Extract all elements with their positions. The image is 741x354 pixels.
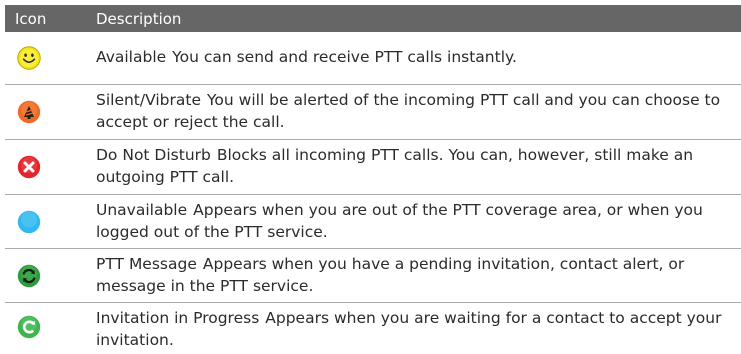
- row-term: Available: [96, 48, 167, 66]
- row-description: Unavailable Appears when you are out of t…: [96, 199, 733, 243]
- row-description: Available You can send and receive PTT ca…: [96, 46, 733, 68]
- smiley-icon: [17, 46, 41, 70]
- row-term: Invitation in Progress: [96, 309, 260, 327]
- row-term: PTT Message: [96, 255, 197, 273]
- row-description: Do Not Disturb Blocks all incoming PTT ca…: [96, 144, 733, 188]
- row-term: Unavailable: [96, 201, 188, 219]
- table-row: PTT Message Appears when you have a pendi…: [5, 249, 741, 303]
- table-row: Do Not Disturb Blocks all incoming PTT ca…: [5, 140, 741, 195]
- table-header: Icon Description: [5, 5, 741, 32]
- row-description: Silent/Vibrate You will be alerted of the…: [96, 89, 733, 133]
- row-text: Appears when you are out of the PTT cove…: [96, 201, 703, 241]
- table-row: Silent/Vibrate You will be alerted of the…: [5, 85, 741, 140]
- table-row: Invitation in Progress Appears when you a…: [5, 303, 741, 354]
- unavailable-icon: [17, 210, 41, 234]
- status-icon-table: Icon Description Available You can send a…: [5, 5, 741, 354]
- table-row: Available You can send and receive PTT ca…: [5, 32, 741, 85]
- ptt-message-icon: [17, 264, 41, 288]
- row-term: Silent/Vibrate: [96, 91, 202, 109]
- row-description: PTT Message Appears when you have a pendi…: [96, 253, 733, 297]
- row-description: Invitation in Progress Appears when you a…: [96, 307, 733, 351]
- header-icon-label: Icon: [15, 10, 47, 28]
- row-text: You can send and receive PTT calls insta…: [172, 48, 517, 66]
- row-term: Do Not Disturb: [96, 146, 211, 164]
- header-description-label: Description: [96, 10, 182, 28]
- invitation-in-progress-icon: [17, 315, 41, 339]
- silent-vibrate-icon: [17, 100, 41, 124]
- table-row: Unavailable Appears when you are out of t…: [5, 195, 741, 249]
- do-not-disturb-icon: [17, 155, 41, 179]
